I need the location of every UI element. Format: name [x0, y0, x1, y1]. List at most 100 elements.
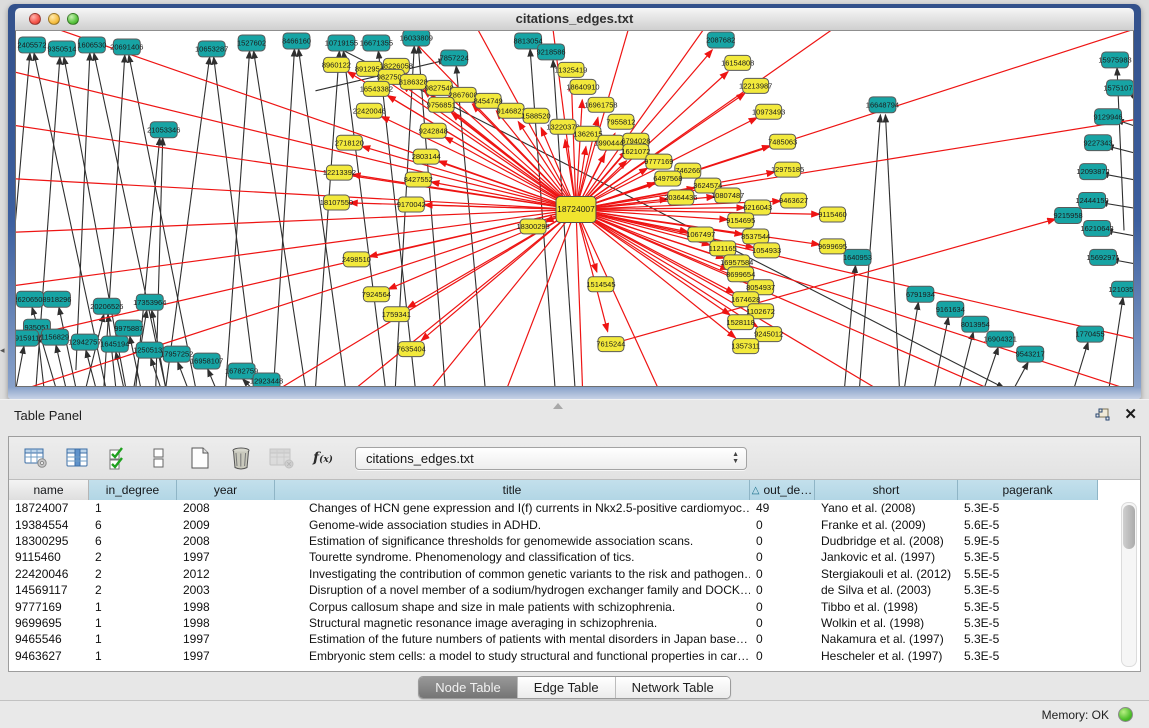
graph-node[interactable]: 20691406 [110, 39, 143, 55]
graph-node[interactable]: 8466160 [282, 33, 311, 49]
graph-edge[interactable] [16, 31, 576, 209]
graph-edge[interactable] [1014, 362, 1028, 386]
graph-node[interactable]: 9115460 [818, 207, 847, 222]
table-cell[interactable]: 19384554 [9, 518, 89, 532]
new-column-button[interactable] [187, 445, 213, 471]
graph-edge[interactable] [16, 346, 24, 386]
clear-selection-button[interactable] [146, 445, 172, 471]
graph-node[interactable]: 22420046 [353, 103, 386, 118]
graph-node[interactable]: 15751074 [1103, 80, 1133, 96]
table-cell[interactable]: 49 [750, 501, 815, 515]
table-cell[interactable]: Tourette syndrome. Phenomenology and cla… [275, 550, 750, 564]
table-cell[interactable]: 6 [89, 534, 177, 548]
graph-node[interactable]: 12975185 [771, 162, 804, 177]
graph-edge[interactable] [576, 209, 1133, 380]
table-selector-dropdown[interactable]: citations_edges.txt ▲▼ [355, 447, 747, 470]
graph-node[interactable]: 2087682 [706, 32, 735, 48]
table-cell[interactable]: Stergiakouli et al. (2012) [815, 567, 958, 581]
table-cell[interactable]: Jankovic et al. (1997) [815, 550, 958, 564]
table-cell[interactable]: 1998 [177, 600, 275, 614]
table-cell[interactable]: Investigating the contribution of common… [275, 567, 750, 581]
table-cell[interactable]: de Silva et al. (2003) [815, 583, 958, 597]
graph-node[interactable]: 1527602 [237, 35, 266, 51]
tab-node-table[interactable]: Node Table [419, 677, 518, 698]
table-cell[interactable]: 5.6E-5 [958, 518, 1098, 532]
graph-edge[interactable] [16, 31, 576, 209]
graph-node[interactable]: 3915911 [16, 330, 39, 346]
table-cell[interactable]: 0 [750, 583, 815, 597]
graph-edge[interactable] [959, 332, 973, 386]
graph-node[interactable]: 7485063 [768, 134, 797, 149]
table-cell[interactable]: 5.3E-5 [958, 550, 1098, 564]
graph-edge[interactable] [576, 209, 1133, 386]
graph-node[interactable]: 7635404 [397, 342, 426, 357]
graph-node[interactable]: 9242848 [419, 123, 448, 138]
graph-node[interactable]: 1121165 [709, 241, 737, 256]
graph-node[interactable]: 8918296 [42, 291, 71, 307]
table-cell[interactable]: 1997 [177, 632, 275, 646]
graph-node[interactable]: 6791934 [906, 286, 935, 302]
graph-node[interactable]: 9543217 [1016, 346, 1045, 362]
west-panel-collapse-arrow[interactable]: ◂ [0, 345, 5, 356]
table-cell[interactable]: Estimation of significance thresholds fo… [275, 534, 750, 548]
graph-edge[interactable] [16, 53, 30, 330]
table-cell[interactable]: 0 [750, 632, 815, 646]
table-cell[interactable]: 5.3E-5 [958, 649, 1098, 663]
graph-edge[interactable] [208, 369, 216, 386]
graph-node[interactable]: 16154808 [721, 55, 754, 70]
graph-node[interactable]: 1640953 [843, 249, 872, 265]
table-cell[interactable]: 0 [750, 534, 815, 548]
table-scrollbar-thumb[interactable] [1123, 505, 1135, 549]
graph-edge[interactable] [298, 49, 345, 386]
graph-node[interactable]: 1645194 [100, 336, 129, 352]
graph-edge[interactable] [315, 51, 339, 386]
graph-node[interactable]: 20364436 [664, 190, 697, 205]
graph-node[interactable]: 1067497 [686, 227, 715, 242]
table-cell[interactable]: 0 [750, 616, 815, 630]
table-cell[interactable]: 2 [89, 583, 177, 597]
select-rows-button[interactable] [105, 445, 131, 471]
graph-edge[interactable] [16, 209, 576, 380]
graph-node[interactable]: 16958107 [190, 353, 223, 369]
graph-node[interactable]: 1759341 [382, 307, 411, 322]
table-cell[interactable]: Franke et al. (2009) [815, 518, 958, 532]
graph-node[interactable]: 16648794 [866, 97, 899, 113]
graph-node[interactable]: 16210643 [1080, 220, 1113, 236]
graph-node[interactable]: 7857224 [440, 50, 469, 66]
table-cell[interactable]: 5.3E-5 [958, 616, 1098, 630]
table-cell[interactable]: 1997 [177, 649, 275, 663]
close-panel-icon[interactable]: ✕ [1124, 407, 1137, 422]
table-cell[interactable]: 2008 [177, 534, 275, 548]
graph-node[interactable]: 9154695 [726, 213, 755, 228]
graph-node[interactable]: 11325419 [555, 62, 588, 77]
graph-edge[interactable] [166, 57, 210, 386]
graph-node[interactable]: 2498510 [342, 252, 371, 267]
table-cell[interactable]: 9699695 [9, 616, 89, 630]
graph-edge[interactable] [214, 57, 256, 386]
table-cell[interactable]: 6 [89, 518, 177, 532]
table-cell[interactable]: 5.3E-5 [958, 501, 1098, 515]
graph-node[interactable]: 8960122 [322, 57, 351, 72]
graph-node[interactable]: 1054933 [752, 243, 781, 258]
graph-node[interactable]: 16033809 [400, 31, 433, 46]
graph-node[interactable]: 15975983 [1098, 52, 1131, 68]
graph-node[interactable]: 18300295 [516, 219, 549, 234]
table-cell[interactable]: 5.9E-5 [958, 534, 1098, 548]
graph-node[interactable]: 7955812 [606, 114, 635, 129]
graph-node[interactable]: 21053346 [147, 122, 180, 138]
delete-table-button[interactable] [269, 445, 295, 471]
table-cell[interactable]: 5.3E-5 [958, 632, 1098, 646]
column-selector-button[interactable] [64, 445, 90, 471]
column-header-year[interactable]: year [177, 480, 275, 500]
column-header-pagerank[interactable]: pagerank [958, 480, 1098, 500]
table-cell[interactable]: 2008 [177, 501, 275, 515]
graph-node[interactable]: 1514545 [586, 277, 615, 292]
graph-node[interactable]: 10653287 [195, 41, 228, 57]
graph-node[interactable]: 18724007 [556, 197, 596, 223]
delete-column-trash-button[interactable] [228, 445, 254, 471]
graph-node[interactable]: 12093872 [1076, 164, 1109, 180]
graph-node[interactable]: 9218586 [536, 44, 565, 60]
table-cell[interactable]: 1 [89, 501, 177, 515]
table-scrollbar[interactable] [1121, 502, 1137, 667]
table-cell[interactable]: 0 [750, 600, 815, 614]
